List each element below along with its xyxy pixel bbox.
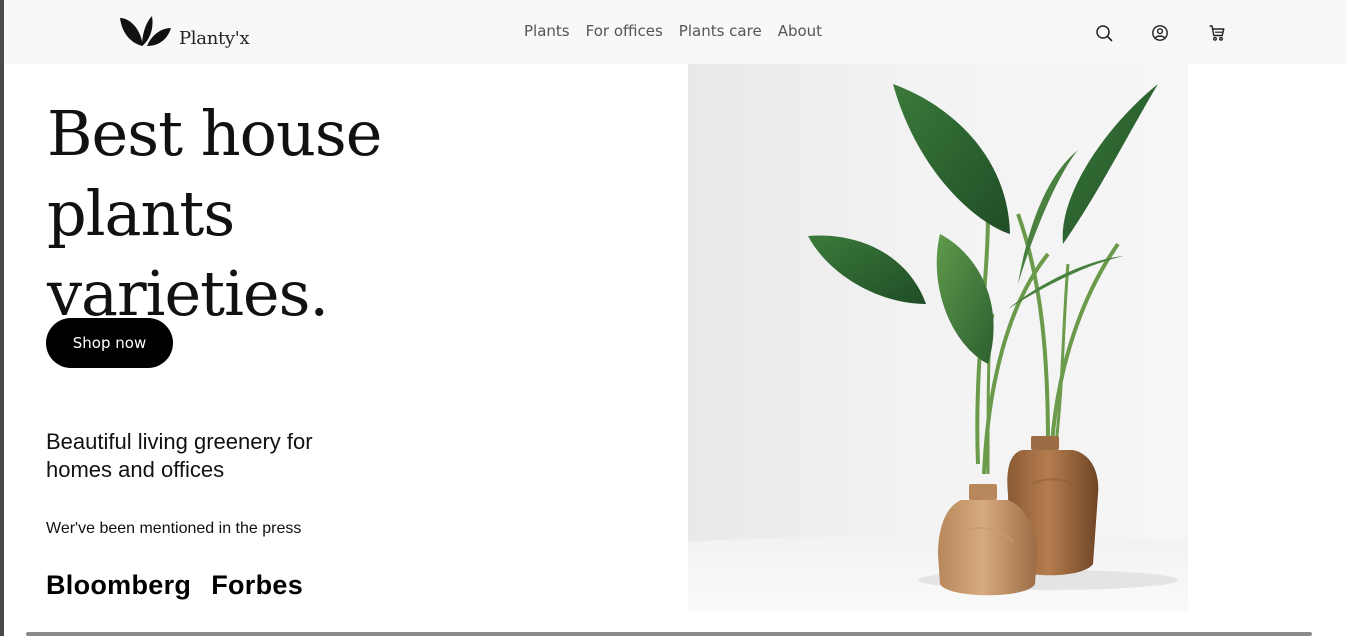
shop-now-button[interactable]: Shop now [46,318,173,368]
nav-link-for-offices[interactable]: For offices [586,22,663,40]
page: Planty'x Plants For offices Plants care … [0,0,1346,636]
press-logo-bloomberg: Bloomberg [46,570,192,600]
window-edge [0,0,4,636]
user-icon[interactable] [1151,24,1169,42]
nav-link-plants-care[interactable]: Plants care [679,22,762,40]
nav-link-about[interactable]: About [778,22,822,40]
press-label: Wer've been mentioned in the press [46,520,302,537]
brand-logo[interactable]: Planty'x [118,14,250,49]
nav-link-plants[interactable]: Plants [524,22,570,40]
press-logo-forbes: Forbes [211,570,304,600]
leaf-logo-icon [120,16,171,46]
press-logos: Bloomberg Forbes [46,570,303,601]
hero-plant-image [688,64,1188,612]
hero-subtitle: Beautiful living greenery for homes and … [46,429,313,482]
main-nav: Plants For offices Plants care About [524,22,822,40]
horizontal-scrollbar[interactable] [26,632,1312,636]
cart-icon[interactable] [1208,24,1226,42]
plant-vases-illustration [688,64,1188,612]
search-icon[interactable] [1095,24,1113,42]
brand-name: Planty'x [179,28,250,49]
hero-title: Best house plants varieties. [47,97,382,330]
